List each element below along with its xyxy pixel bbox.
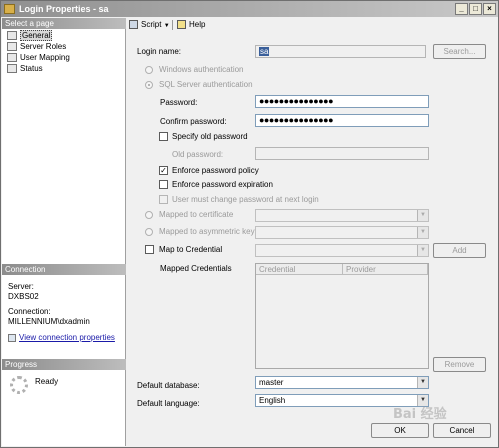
- enforce-policy-label: Enforce password policy: [172, 166, 259, 175]
- page-item-label: Server Roles: [20, 42, 67, 51]
- page-icon: [7, 42, 17, 51]
- script-label: Script: [141, 20, 162, 29]
- default-language-label: Default language:: [137, 399, 200, 408]
- confirm-password-label: Confirm password:: [160, 117, 227, 126]
- page-icon: [7, 64, 17, 73]
- connection-label: Connection:: [8, 307, 51, 316]
- login-properties-window: Login Properties - sa _ □ × Select a pag…: [0, 0, 499, 448]
- asymmetric-key-select[interactable]: ▼: [255, 226, 429, 239]
- view-connection-link-text: View connection properties: [19, 333, 115, 342]
- search-button[interactable]: Search...: [433, 44, 486, 59]
- ok-button[interactable]: OK: [371, 423, 429, 438]
- help-label: Help: [189, 20, 206, 29]
- window-icon: [4, 4, 15, 14]
- page-icon: [7, 31, 17, 40]
- progress-header: Progress: [2, 359, 126, 370]
- page-item-server-roles[interactable]: Server Roles: [4, 41, 66, 52]
- connection-value: MILLENNIUM\dxadmin: [8, 317, 90, 326]
- default-database-select[interactable]: master ▼: [255, 376, 429, 389]
- map-credential-checkbox[interactable]: [145, 245, 154, 254]
- old-password-label: Old password:: [172, 150, 224, 159]
- password-field[interactable]: ●●●●●●●●●●●●●●●: [255, 95, 429, 108]
- select-page-header: Select a page: [2, 18, 126, 29]
- specify-old-password-checkbox[interactable]: [159, 132, 168, 141]
- page-item-general[interactable]: General: [4, 30, 53, 41]
- mapped-certificate-label: Mapped to certificate: [159, 210, 234, 219]
- must-change-label: User must change password at next login: [172, 195, 319, 204]
- page-item-label: General: [20, 30, 53, 41]
- cancel-button[interactable]: Cancel: [433, 423, 491, 438]
- password-label: Password:: [160, 98, 198, 107]
- page-icon: [7, 53, 17, 62]
- title-bar: Login Properties - sa _ □ ×: [1, 1, 498, 17]
- default-database-value: master: [259, 378, 284, 387]
- view-connection-link[interactable]: View connection properties: [8, 333, 115, 343]
- old-password-field[interactable]: [255, 147, 429, 160]
- chevron-down-icon: ▼: [417, 227, 428, 238]
- mapped-certificate-radio[interactable]: [145, 211, 153, 219]
- page-item-label: User Mapping: [20, 53, 70, 62]
- confirm-password-field[interactable]: ●●●●●●●●●●●●●●●: [255, 114, 429, 127]
- chevron-down-icon: ▼: [417, 245, 428, 256]
- default-language-value: English: [259, 396, 286, 405]
- window-title: Login Properties - sa: [19, 4, 109, 14]
- login-name-value: sa: [259, 47, 270, 56]
- sql-auth-label: SQL Server authentication: [159, 80, 253, 89]
- enforce-expiration-checkbox[interactable]: [159, 180, 168, 189]
- provider-column-header[interactable]: Provider: [343, 264, 428, 275]
- page-item-user-mapping[interactable]: User Mapping: [4, 52, 70, 63]
- page-item-label: Status: [20, 64, 43, 73]
- enforce-policy-checkbox[interactable]: ✓: [159, 166, 168, 175]
- login-name-label: Login name:: [137, 47, 182, 56]
- progress-status: Ready: [35, 377, 59, 386]
- windows-auth-radio[interactable]: [145, 66, 153, 74]
- general-page: Login name: sa Search... Windows authent…: [127, 33, 498, 418]
- map-credential-label: Map to Credential: [159, 245, 223, 254]
- progress-spinner-icon: [10, 376, 28, 394]
- specify-old-password-label: Specify old password: [172, 132, 248, 141]
- server-label: Server:: [8, 282, 34, 291]
- maximize-button[interactable]: □: [469, 3, 482, 15]
- script-icon: [129, 20, 138, 30]
- toolbar-separator: [172, 20, 173, 30]
- baidu-watermark: Bai 经验: [393, 407, 447, 422]
- credential-column-header[interactable]: Credential: [256, 264, 343, 275]
- page-item-status[interactable]: Status: [4, 63, 43, 74]
- credential-select[interactable]: ▼: [255, 244, 429, 257]
- server-value: DXBS02: [8, 292, 39, 301]
- certificate-select[interactable]: ▼: [255, 209, 429, 222]
- dialog-buttons: OK Cancel: [127, 419, 498, 446]
- help-button[interactable]: Help: [177, 19, 205, 31]
- toolbar: Script ▼ Help: [127, 18, 498, 32]
- enforce-expiration-label: Enforce password expiration: [172, 180, 273, 189]
- chevron-down-icon: ▼: [417, 210, 428, 221]
- mapped-asymmetric-key-label: Mapped to asymmetric key: [159, 227, 255, 236]
- sql-auth-radio[interactable]: [145, 81, 153, 89]
- login-name-field[interactable]: sa: [255, 45, 426, 58]
- remove-button[interactable]: Remove: [433, 357, 486, 372]
- windows-auth-label: Windows authentication: [159, 65, 244, 74]
- help-icon: [177, 20, 186, 30]
- connection-header: Connection: [2, 264, 126, 275]
- mapped-credentials-label: Mapped Credentials: [160, 264, 232, 273]
- must-change-checkbox[interactable]: [159, 195, 168, 204]
- dropdown-arrow-icon: ▼: [163, 23, 170, 29]
- close-button[interactable]: ×: [483, 3, 496, 15]
- chevron-down-icon: ▼: [417, 377, 428, 388]
- mapped-credentials-grid[interactable]: Credential Provider: [255, 263, 429, 369]
- script-button[interactable]: Script ▼: [129, 19, 170, 31]
- mapped-asymmetric-key-radio[interactable]: [145, 228, 153, 236]
- add-button[interactable]: Add: [433, 243, 486, 258]
- left-panel: Select a page General Server Roles User …: [2, 18, 126, 446]
- properties-icon: [8, 333, 16, 342]
- default-database-label: Default database:: [137, 381, 200, 390]
- minimize-button[interactable]: _: [455, 3, 468, 15]
